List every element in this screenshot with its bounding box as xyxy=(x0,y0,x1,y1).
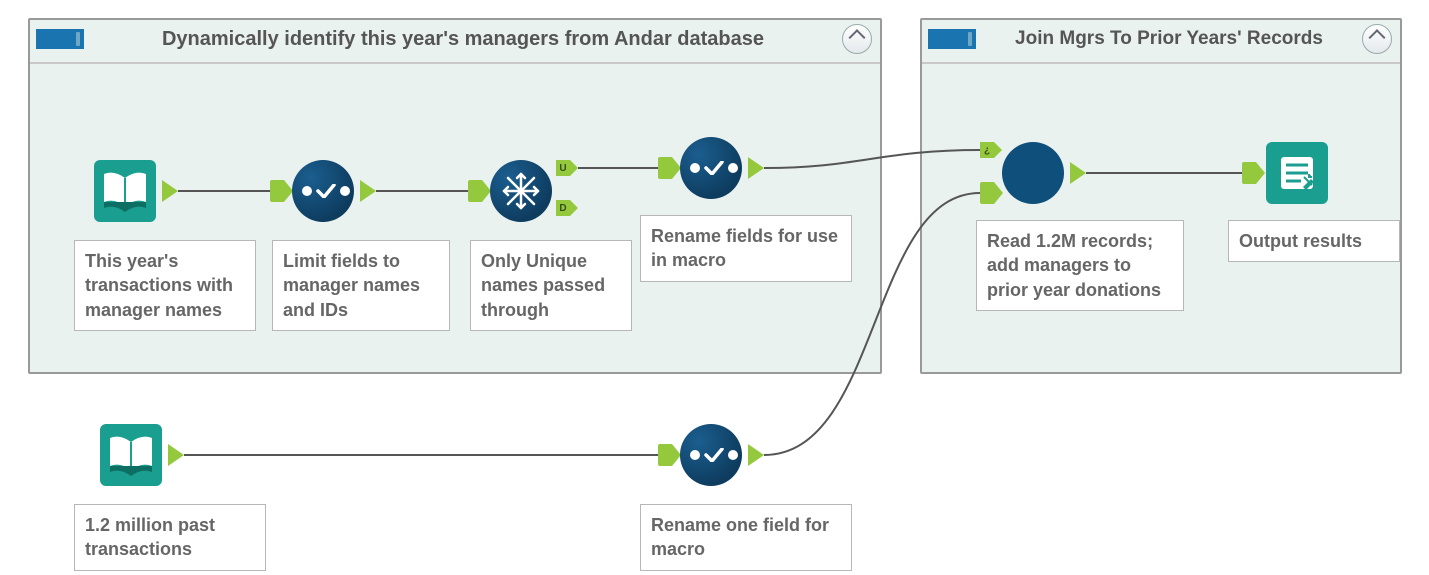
tool-input-thisyear[interactable] xyxy=(94,160,156,222)
output-anchor[interactable] xyxy=(168,444,184,466)
output-anchor[interactable] xyxy=(748,157,764,179)
tool-label: This year's transactions with manager na… xyxy=(74,240,256,331)
tool-label: Only Unique names passed through xyxy=(470,240,632,331)
output-anchor-u[interactable]: U xyxy=(556,160,570,176)
output-anchor[interactable] xyxy=(1070,162,1086,184)
input-anchor[interactable] xyxy=(270,180,284,202)
tool-label: Read 1.2M records; add managers to prior… xyxy=(976,220,1184,311)
snowflake-icon xyxy=(502,172,540,210)
tool-select-limit[interactable] xyxy=(292,160,354,222)
output-anchor[interactable] xyxy=(162,180,178,202)
tool-label: Rename fields for use in macro xyxy=(640,215,852,282)
container-header: Join Mgrs To Prior Years' Records xyxy=(920,18,1402,60)
container-tab-icon xyxy=(36,29,84,49)
output-anchor-d[interactable]: D xyxy=(556,200,570,216)
tool-input-past[interactable] xyxy=(100,424,162,486)
output-icon xyxy=(1277,153,1317,193)
container-header: Dynamically identify this year's manager… xyxy=(28,18,882,60)
container-tab-icon xyxy=(928,29,976,49)
select-icon xyxy=(690,161,738,175)
input-anchor[interactable] xyxy=(1242,162,1256,184)
output-anchor[interactable] xyxy=(360,180,376,202)
output-anchor[interactable] xyxy=(748,444,764,466)
macro-input-anchor-bottom[interactable] xyxy=(980,182,994,204)
container-body xyxy=(922,62,1400,372)
tool-output[interactable] xyxy=(1266,142,1328,204)
container-title: Join Mgrs To Prior Years' Records xyxy=(976,28,1362,50)
tool-select-rename-one[interactable] xyxy=(680,424,742,486)
input-anchor[interactable] xyxy=(658,157,672,179)
book-icon xyxy=(100,168,150,214)
select-icon xyxy=(690,448,738,462)
tool-select-rename[interactable] xyxy=(680,137,742,199)
chevron-up-icon xyxy=(1369,29,1386,46)
tool-label: Limit fields to manager names and IDs xyxy=(272,240,450,331)
tool-label: Rename one field for macro xyxy=(640,504,852,571)
tool-label: 1.2 million past transactions xyxy=(74,504,266,571)
container-title: Dynamically identify this year's manager… xyxy=(84,28,842,51)
tool-label: Output results xyxy=(1228,220,1400,262)
chevron-up-icon xyxy=(849,29,866,46)
macro-input-anchor-top[interactable]: ¿ xyxy=(980,142,994,158)
book-icon xyxy=(106,432,156,478)
tool-unique[interactable] xyxy=(490,160,552,222)
tool-macro-join[interactable] xyxy=(1002,142,1064,204)
input-anchor[interactable] xyxy=(658,444,672,466)
collapse-button[interactable] xyxy=(1362,24,1392,54)
input-anchor[interactable] xyxy=(468,180,482,202)
collapse-button[interactable] xyxy=(842,24,872,54)
select-icon xyxy=(302,184,350,198)
